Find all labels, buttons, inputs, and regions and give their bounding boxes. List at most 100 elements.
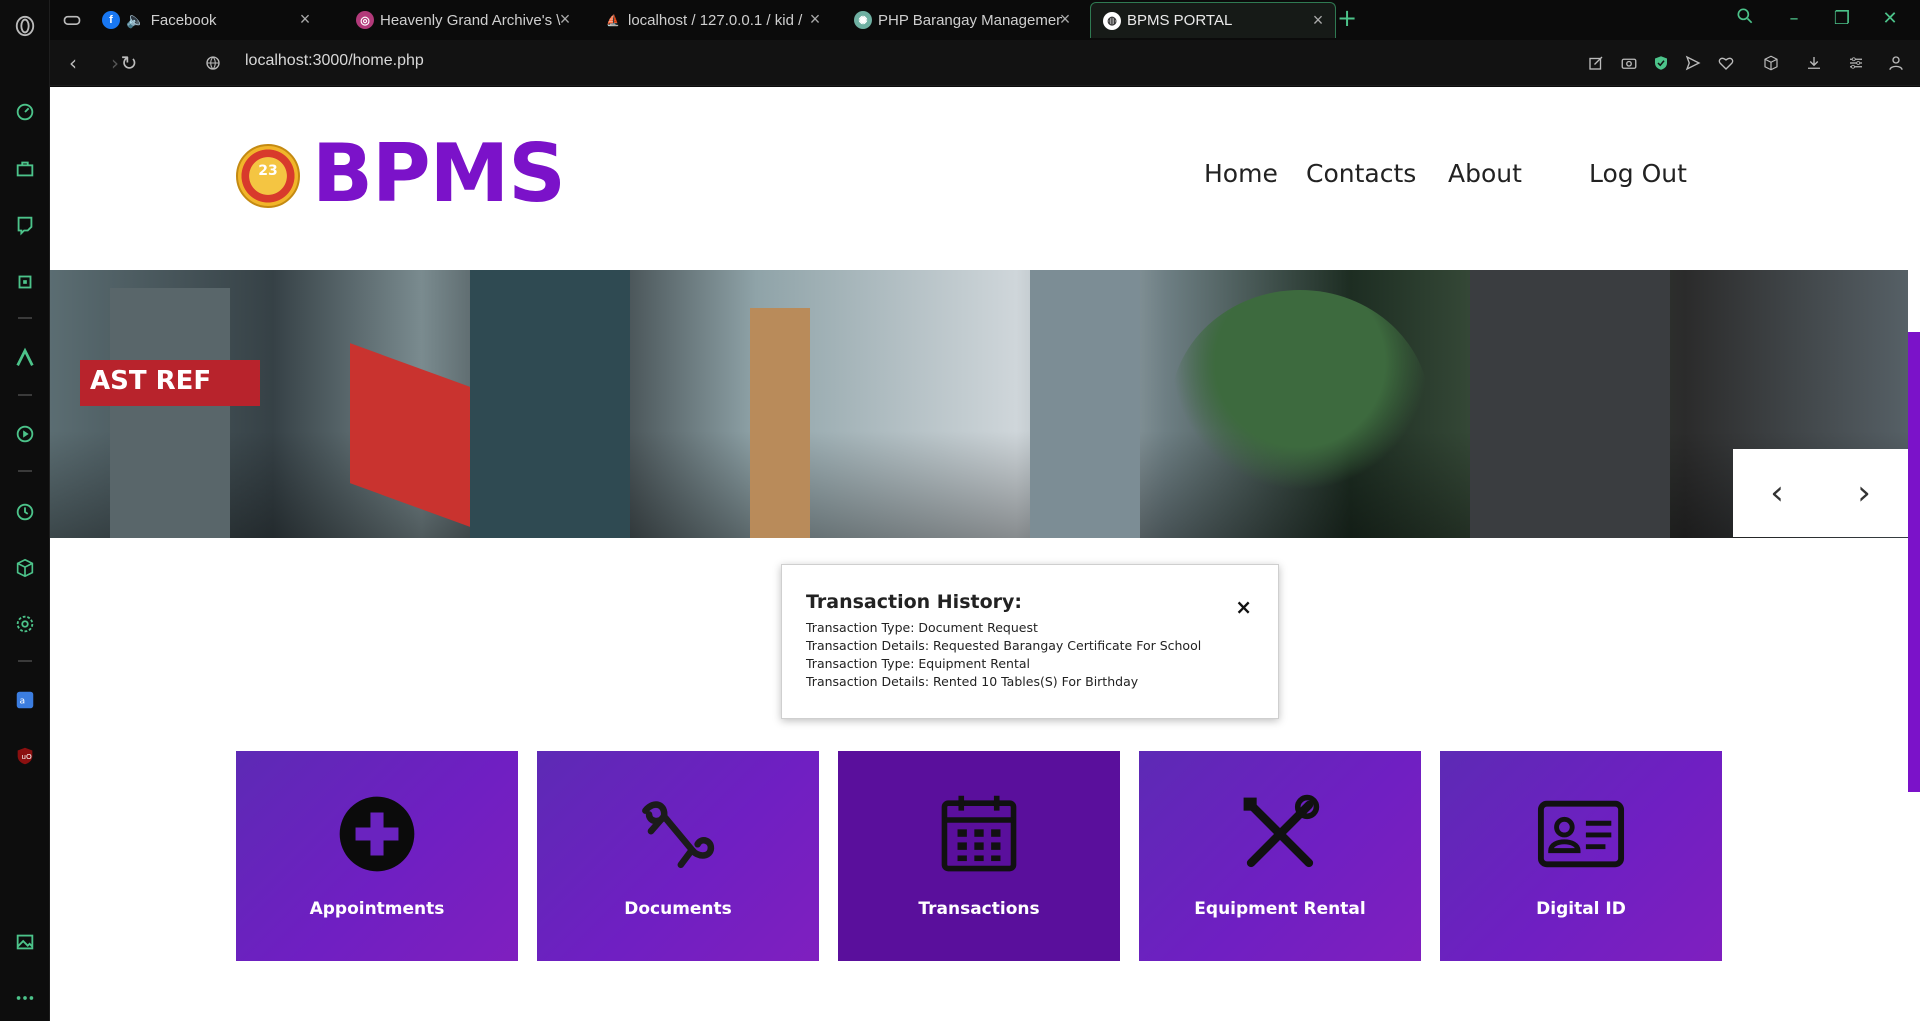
tab-title: Heavenly Grand Archive's \ — [380, 11, 561, 29]
svg-text:uO: uO — [21, 752, 32, 761]
street-banner — [350, 343, 470, 527]
close-window-button[interactable]: ✕ — [1876, 6, 1904, 32]
transaction-history-modal: Transaction History: Transaction Type: D… — [781, 564, 1279, 719]
service-label: Equipment Rental — [1194, 899, 1366, 919]
speaker-icon[interactable]: 🔈 — [126, 11, 145, 29]
service-card-equipment-rental[interactable]: Equipment Rental — [1139, 751, 1421, 961]
close-tab-icon[interactable]: × — [1309, 11, 1327, 29]
sidebar-separator — [18, 394, 32, 396]
search-tabs-icon[interactable] — [1731, 6, 1759, 32]
close-tab-icon[interactable]: × — [806, 10, 824, 28]
translate-icon[interactable]: a — [13, 688, 37, 712]
street-sign: AST REF — [80, 360, 260, 406]
building-shape — [1470, 270, 1670, 538]
hero-carousel-image: AST REF — [50, 270, 1908, 538]
building-shape — [470, 270, 630, 538]
sidebar-separator — [18, 660, 32, 662]
side-accent-bar — [1908, 332, 1920, 792]
sidebar-separator — [18, 317, 32, 319]
transaction-line: Transaction Type: Document Request — [806, 620, 1038, 635]
transaction-line: Transaction Type: Equipment Rental — [806, 656, 1030, 671]
address-toolbar: ‹ › ↻ localhost:3000/home.php — [50, 40, 1920, 86]
building-shape — [1030, 270, 1140, 538]
modal-title: Transaction History: — [806, 591, 1022, 613]
facebook-icon: f — [102, 11, 120, 29]
twitch-icon[interactable] — [13, 213, 37, 237]
building-shape — [110, 288, 230, 538]
building-shape — [750, 308, 810, 538]
reload-button[interactable]: ↻ — [116, 50, 142, 76]
site-info-icon[interactable] — [202, 52, 224, 74]
service-card-digital-id[interactable]: Digital ID — [1440, 751, 1722, 961]
service-card-appointments[interactable]: Appointments — [236, 751, 518, 961]
brand-title[interactable]: BPMS — [312, 129, 566, 219]
calendar-icon — [934, 789, 1024, 879]
nav-contacts[interactable]: Contacts — [1306, 159, 1416, 188]
id-card-icon — [1536, 789, 1626, 879]
phpmyadmin-icon: ⛵ — [606, 14, 620, 27]
tab-facebook[interactable]: f 🔈 Facebook × — [90, 2, 322, 38]
gallery-icon[interactable] — [13, 930, 37, 954]
carousel-controls: ‹ › — [1733, 449, 1908, 537]
service-card-documents[interactable]: Documents — [537, 751, 819, 961]
seal-number: 23 — [258, 163, 278, 179]
profile-icon[interactable] — [1885, 52, 1907, 74]
carousel-next-button[interactable]: › — [1846, 475, 1882, 511]
back-button[interactable]: ‹ — [60, 50, 86, 76]
heart-icon[interactable] — [1715, 52, 1737, 74]
opera-logo-icon[interactable] — [13, 14, 37, 38]
sidebar-separator — [18, 470, 32, 472]
service-label: Digital ID — [1536, 899, 1626, 919]
nav-logout[interactable]: Log Out — [1589, 159, 1687, 188]
service-label: Transactions — [918, 899, 1040, 919]
tab-title: localhost / 127.0.0.1 / kid / — [628, 11, 803, 29]
tab-php-barangay[interactable]: ✺ PHP Barangay Managemen × — [842, 2, 1082, 38]
minimize-button[interactable]: – — [1780, 6, 1808, 32]
chip-icon[interactable] — [13, 270, 37, 294]
ublock-icon[interactable]: uO — [13, 744, 37, 768]
scroll-icon — [633, 789, 723, 879]
svg-text:a: a — [20, 696, 26, 707]
close-tab-icon[interactable]: × — [296, 10, 314, 28]
browser-sidebar: a uO — [0, 0, 50, 1021]
easy-setup-icon[interactable] — [1845, 52, 1867, 74]
briefcase-icon[interactable] — [13, 157, 37, 181]
address-bar[interactable]: localhost:3000/home.php — [245, 52, 424, 70]
gamepad-icon[interactable] — [50, 2, 90, 38]
download-icon[interactable] — [1803, 52, 1825, 74]
speed-dial-icon[interactable] — [13, 100, 37, 124]
extensions-icon[interactable] — [1760, 52, 1782, 74]
plus-circle-icon — [332, 789, 422, 879]
nav-home[interactable]: Home — [1204, 159, 1278, 188]
nav-about[interactable]: About — [1448, 159, 1522, 188]
palm-tree — [1170, 290, 1430, 530]
tab-title: Facebook — [150, 11, 217, 29]
restore-button[interactable]: ❐ — [1828, 6, 1856, 32]
carousel-prev-button[interactable]: ‹ — [1759, 475, 1795, 511]
history-icon[interactable] — [13, 500, 37, 524]
aria-icon[interactable] — [13, 346, 37, 370]
transaction-line: Transaction Details: Rented 10 Tables(S)… — [806, 674, 1139, 689]
edit-icon[interactable] — [1585, 52, 1607, 74]
camera-icon[interactable] — [1618, 52, 1640, 74]
send-icon[interactable] — [1682, 52, 1704, 74]
cube-icon[interactable] — [13, 556, 37, 580]
globe-icon: ◍ — [1103, 11, 1121, 30]
more-icon[interactable] — [13, 986, 37, 1010]
barangay-seal-logo[interactable]: 23 — [236, 144, 300, 208]
archive-icon: ◎ — [356, 11, 374, 29]
close-tab-icon[interactable]: × — [556, 10, 574, 28]
tab-title: PHP Barangay Managemen — [878, 11, 1062, 29]
service-card-transactions[interactable]: Transactions — [838, 751, 1120, 961]
tab-title: BPMS PORTAL — [1127, 12, 1233, 29]
modal-close-button[interactable]: × — [1235, 597, 1252, 617]
tab-heavenly-grand-archive[interactable]: ◎ Heavenly Grand Archive's \ × — [344, 2, 582, 38]
new-tab-button[interactable]: + — [1335, 6, 1359, 30]
settings-icon[interactable] — [13, 612, 37, 636]
player-icon[interactable] — [13, 422, 37, 446]
shield-icon[interactable] — [1650, 52, 1672, 74]
tab-phpmyadmin[interactable]: ⛵ localhost / 127.0.0.1 / kid / × — [592, 2, 832, 38]
tab-bpms-portal[interactable]: ◍ BPMS PORTAL × — [1090, 2, 1336, 38]
close-tab-icon[interactable]: × — [1056, 10, 1074, 28]
tools-icon — [1235, 789, 1325, 879]
